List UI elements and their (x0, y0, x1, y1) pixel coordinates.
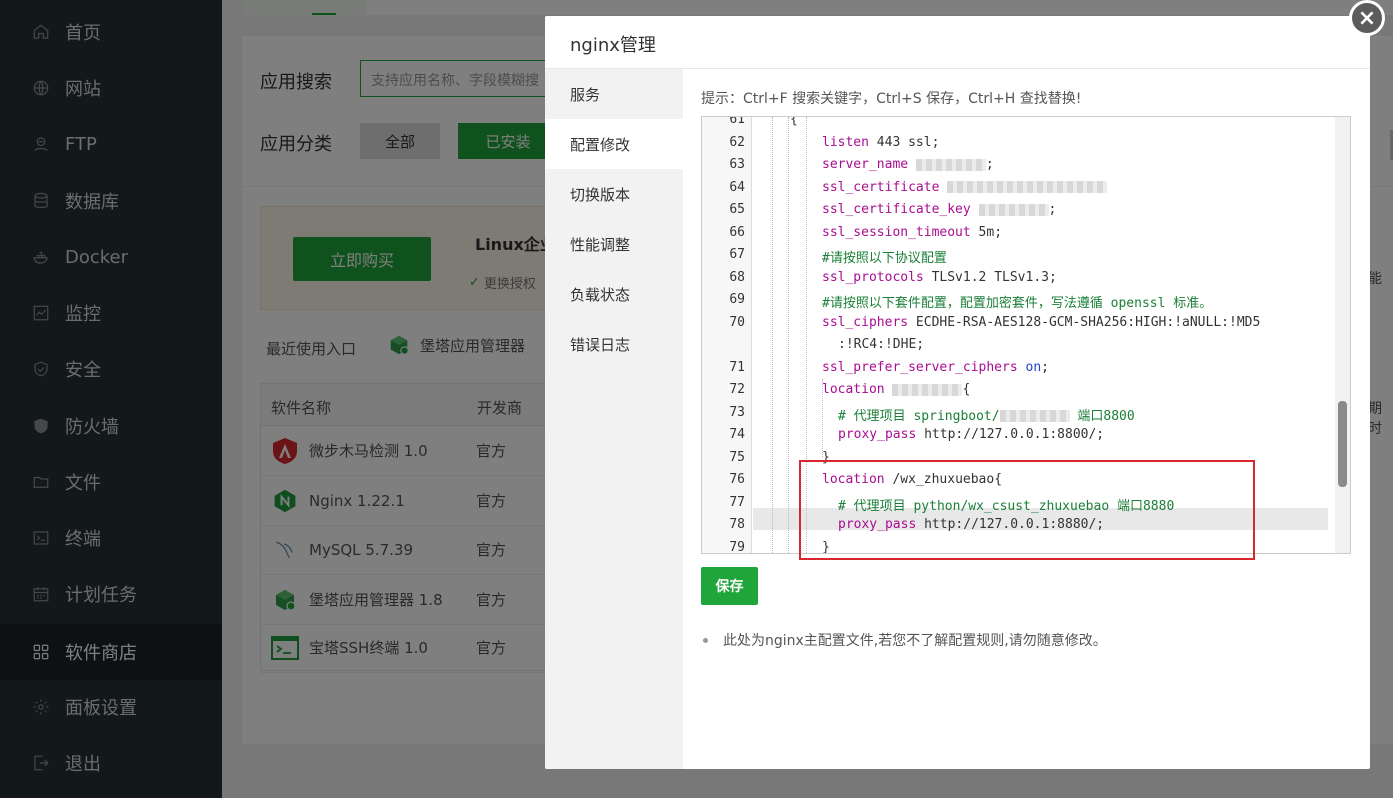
line-number: 75 (729, 449, 745, 465)
code-value: TLSv1.2 TLSv1.3; (923, 269, 1057, 285)
code-line: # 代理项目 springboot/ 端口8800 (838, 405, 1135, 424)
code-line: ssl_prefer_server_ciphers on; (822, 360, 1049, 375)
redacted-text (947, 181, 1108, 193)
code-line: listen 443 ssl; (822, 135, 939, 150)
save-button[interactable]: 保存 (701, 567, 758, 605)
indent-guide (772, 117, 773, 553)
code-comment: 端口8800 (1069, 408, 1135, 424)
code-line: server_name ; (822, 157, 994, 172)
code-directive: ssl_certificate_key (822, 202, 971, 217)
code-value (908, 157, 916, 172)
line-number: 63 (729, 157, 745, 172)
code-value (971, 202, 979, 217)
code-value: 5m; (970, 224, 1003, 240)
code-directive: ssl_ciphers (822, 314, 909, 330)
code-text: :!RC4:!DHE; (838, 337, 925, 352)
code-value: { (962, 382, 971, 397)
line-number: 66 (729, 224, 745, 240)
bullet-dot (703, 637, 708, 643)
code-comment: #请按照以下套件配置，配置加密套件，写法遵循 openssl 标准。 (822, 296, 1213, 311)
code-value: ; (1048, 202, 1057, 217)
code-line: #请按照以下套件配置，配置加密套件，写法遵循 openssl 标准。 (822, 292, 1212, 311)
line-number: 62 (729, 134, 745, 150)
highlight-annotation-box (799, 460, 1255, 560)
line-number: 61 (729, 116, 745, 127)
code-value: 443 ssl; (868, 134, 940, 150)
line-number: 78 (729, 517, 745, 532)
code-directive: listen (822, 134, 869, 150)
indent-guide (822, 379, 823, 457)
modal-menu: 服务 配置修改 切换版本 性能调整 负载状态 错误日志 (545, 69, 683, 769)
modal-menu-item[interactable]: 配置修改 (545, 119, 683, 169)
nginx-modal: nginx管理 服务 配置修改 切换版本 性能调整 负载状态 错误日志 提示：Ctrl+F… (545, 16, 1370, 769)
line-number: 74 (729, 427, 745, 442)
editor-tip: 提示：Ctrl+F 搜索关键字，Ctrl+S 保存，Ctrl+H 查找替换! (701, 91, 1082, 107)
modal-menu-item[interactable]: 切换版本 (545, 169, 683, 219)
code-line: ssl_ciphers ECDHE-RSA-AES128-GCM-SHA256:… (822, 315, 1260, 330)
close-icon: × (1357, 5, 1377, 31)
code-line: ssl_protocols TLSv1.2 TLSv1.3; (822, 270, 1057, 285)
redacted-text (978, 203, 1049, 216)
code-value (939, 180, 947, 195)
modal-menu-item[interactable]: 服务 (545, 69, 683, 119)
code-line: { (790, 116, 798, 127)
code-directive: ssl_prefer_server_ciphers (822, 359, 1018, 375)
code-value: http://127.0.0.1:8800/; (916, 427, 1105, 442)
line-number: 68 (729, 269, 745, 285)
editor-scroll-thumb[interactable] (1338, 401, 1347, 487)
line-number: 72 (729, 382, 745, 397)
code-line: ssl_certificate (822, 179, 1108, 195)
code-value: ; (1041, 359, 1049, 375)
code-directive: location (822, 382, 885, 397)
redacted-text (915, 158, 986, 171)
code-directive: ssl_certificate (822, 179, 940, 195)
line-number: 65 (729, 202, 745, 217)
code-line: location { (822, 382, 970, 397)
code-line: :!RC4:!DHE; (838, 337, 924, 352)
code-value (885, 382, 893, 397)
code-line: ssl_certificate_key ; (822, 202, 1056, 217)
editor-scrollbar[interactable] (1335, 117, 1350, 553)
line-number: 77 (729, 494, 745, 510)
code-value: ; (985, 157, 994, 172)
line-number: 70 (729, 314, 745, 330)
line-number: 71 (729, 359, 745, 375)
indent-guide (788, 117, 789, 553)
line-number: 73 (729, 404, 745, 420)
code-text: { (790, 116, 798, 127)
code-line: ssl_session_timeout 5m; (822, 225, 1002, 240)
code-line: proxy_pass http://127.0.0.1:8800/; (838, 427, 1104, 442)
line-gutter: 61 62 63 64 65 66 67 68 69 70 71 72 73 74 75 76 77 78 79 (702, 116, 752, 554)
modal-menu-item[interactable]: 性能调整 (545, 219, 683, 269)
redacted-text (892, 383, 963, 396)
code-directive: ssl_session_timeout (822, 224, 971, 240)
line-number: 67 (729, 247, 745, 262)
code-line: #请按照以下协议配置 (822, 247, 947, 266)
redacted-text (999, 410, 1070, 422)
code-value: ECDHE-RSA-AES128-GCM-SHA256:HIGH:!aNULL:… (908, 314, 1261, 330)
modal-title: nginx管理 (545, 16, 1370, 69)
config-note: 此处为nginx主配置文件,若您不了解配置规则,请勿随意修改。 (703, 630, 1107, 650)
code-comment: # 代理项目 springboot/ (838, 408, 1000, 424)
code-comment: #请按照以下协议配置 (822, 251, 947, 266)
modal-menu-item[interactable]: 错误日志 (545, 319, 683, 369)
line-number: 64 (729, 179, 745, 195)
code-directive: ssl_protocols (822, 269, 924, 285)
code-keyword: on (1025, 359, 1042, 375)
line-number: 69 (729, 292, 745, 307)
line-number: 76 (729, 472, 745, 487)
code-directive: server_name (822, 157, 909, 172)
line-number: 79 (729, 539, 745, 554)
modal-menu-item[interactable]: 负载状态 (545, 269, 683, 319)
code-value (1018, 360, 1026, 375)
code-directive: proxy_pass (838, 427, 917, 442)
note-text: 此处为nginx主配置文件,若您不了解配置规则,请勿随意修改。 (723, 633, 1107, 649)
close-modal-button[interactable]: × (1349, 0, 1385, 36)
